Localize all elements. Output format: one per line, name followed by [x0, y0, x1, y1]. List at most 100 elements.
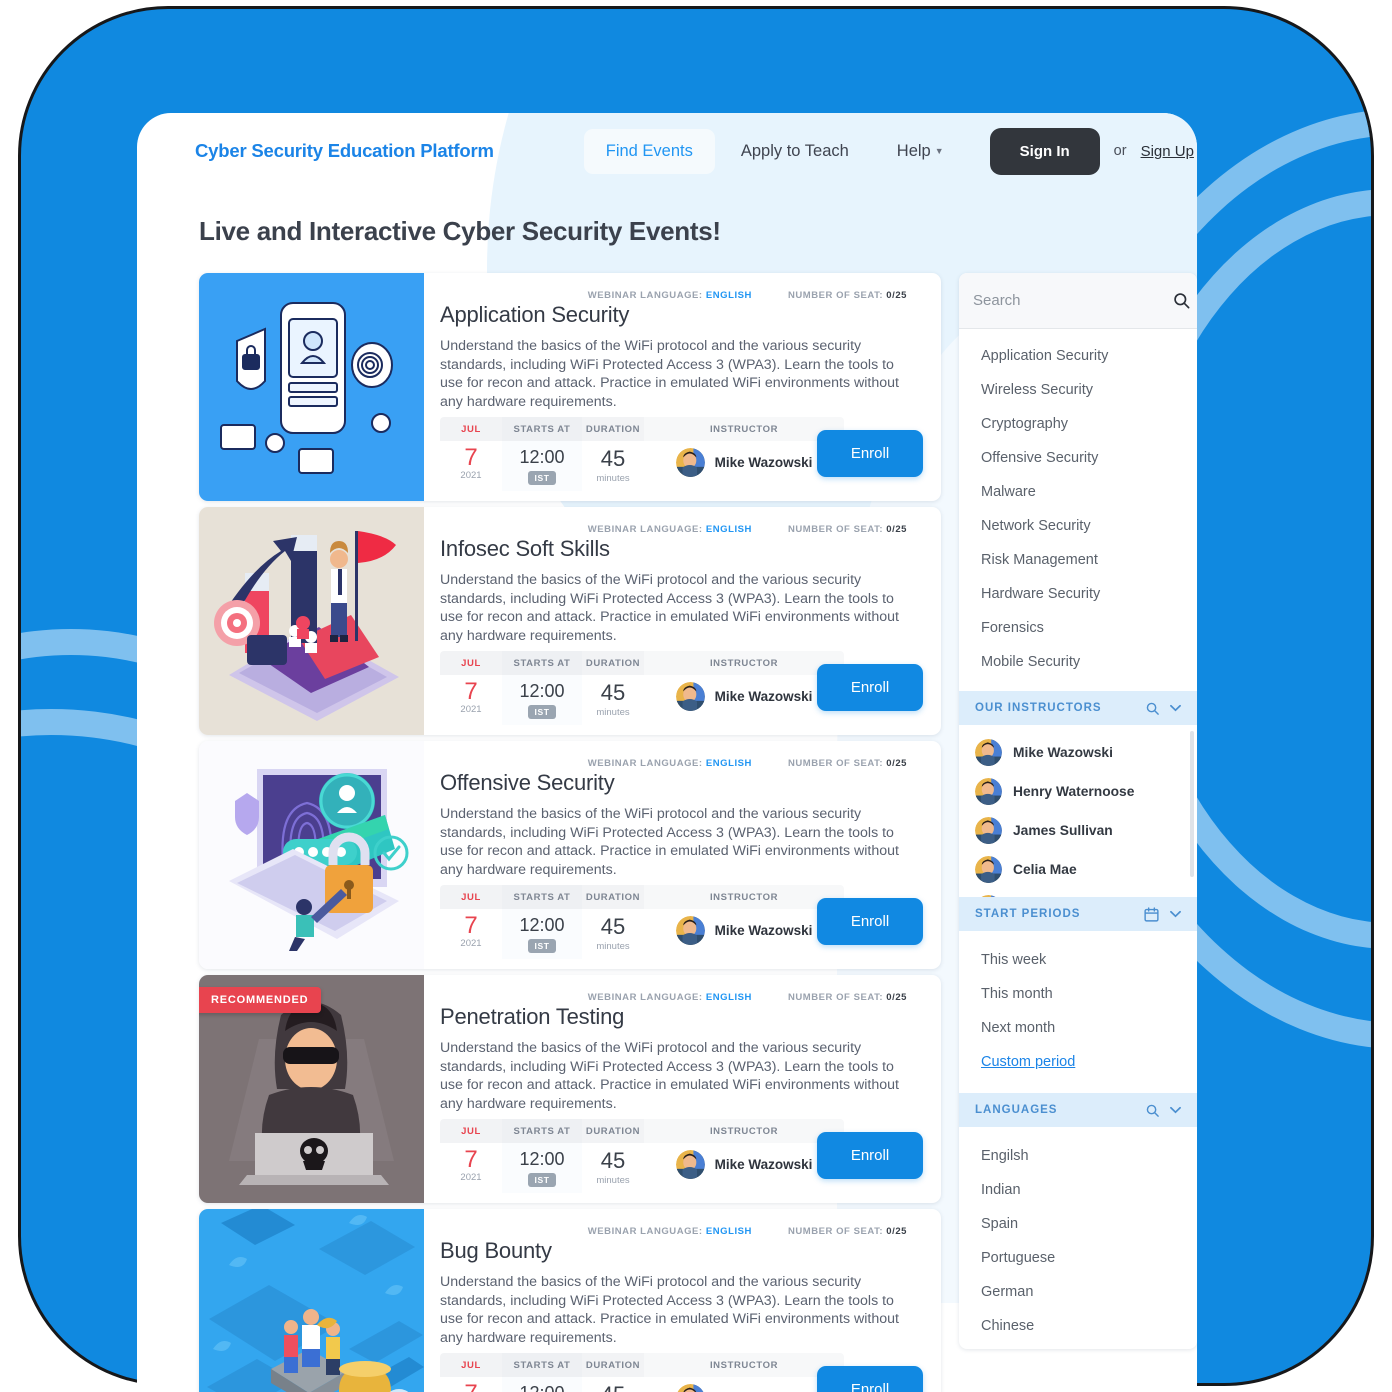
search-icon[interactable] — [1172, 291, 1191, 310]
instructors-section-header: OUR INSTRUCTORS — [959, 691, 1197, 725]
instructor-item[interactable]: James Sullivan — [959, 811, 1197, 850]
schedule-duration-value: 45 — [600, 1148, 626, 1173]
language-item[interactable]: Chinese — [959, 1309, 1197, 1343]
instructor-row: Mike Wazowski — [675, 916, 813, 945]
language-item[interactable]: Indian — [959, 1173, 1197, 1207]
instructor-name: Mike Wazowski — [714, 923, 813, 938]
instructor-item[interactable]: Mike Wazowski — [959, 733, 1197, 772]
avatar — [675, 1384, 705, 1392]
category-item[interactable]: Forensics — [959, 611, 1197, 645]
event-card[interactable]: WEBINAR LANGUAGE: ENGLISH NUMBER OF SEAT:… — [199, 1209, 941, 1392]
category-item[interactable]: Risk Management — [959, 543, 1197, 577]
search-input[interactable] — [973, 292, 1172, 309]
category-item[interactable]: Wireless Security — [959, 373, 1197, 407]
instructors-chevron-down-icon[interactable] — [1170, 704, 1181, 712]
event-card[interactable]: WEBINAR LANGUAGE: ENGLISH NUMBER OF SEAT:… — [199, 507, 941, 735]
enroll-button[interactable]: Enroll — [817, 1132, 923, 1179]
recommended-badge: RECOMMENDED — [199, 987, 322, 1013]
event-meta: WEBINAR LANGUAGE: ENGLISH NUMBER OF SEAT:… — [440, 1223, 919, 1237]
instructor-item[interactable]: Jeff Fungus — [959, 889, 1197, 897]
webinar-language-value: ENGLISH — [705, 1226, 752, 1237]
instructor-list: Mike Wazowski Henry Waternoose James Sulli… — [959, 725, 1197, 897]
instructor-row: Mike Wazowski — [675, 682, 812, 711]
webinar-language-label: WEBINAR LANGUAGE: — [587, 290, 703, 301]
webinar-language-label: WEBINAR LANGUAGE: — [587, 992, 703, 1003]
language-item[interactable]: Spain — [959, 1207, 1197, 1241]
category-item[interactable]: Mobile Security — [959, 645, 1197, 679]
start-period-item[interactable]: Custom period — [959, 1045, 1197, 1079]
schedule-date: JUL72021 — [440, 1353, 502, 1392]
avatar — [975, 739, 1002, 766]
category-item[interactable]: Cryptography — [959, 407, 1197, 441]
avatar — [975, 817, 1002, 844]
nav-item-label: Help — [896, 141, 931, 160]
enroll-button[interactable]: Enroll — [817, 430, 923, 477]
start-period-item[interactable]: Next month — [959, 1011, 1197, 1045]
instructor-list-scrollbar[interactable] — [1190, 731, 1194, 877]
sign-up-link[interactable]: Sign Up — [1141, 143, 1194, 160]
schedule-month: JUL — [440, 651, 502, 675]
avatar — [975, 895, 1002, 897]
schedule-duration: DURATION45minutes — [582, 1353, 644, 1392]
number-of-seat-label: NUMBER OF SEAT: — [787, 992, 884, 1003]
start-period-item[interactable]: This week — [959, 943, 1197, 977]
schedule-year: 2021 — [460, 1172, 482, 1183]
category-item[interactable]: Offensive Security — [959, 441, 1197, 475]
instructors-search-icon[interactable] — [1145, 701, 1160, 716]
schedule-instructor-label: INSTRUCTOR — [644, 417, 844, 441]
schedule-instructor-label: INSTRUCTOR — [644, 651, 844, 675]
avatar — [675, 1150, 705, 1179]
instructor-item[interactable]: Celia Mae — [959, 850, 1197, 889]
instructor-item[interactable]: Henry Waternoose — [959, 772, 1197, 811]
enroll-button[interactable]: Enroll — [817, 898, 923, 945]
nav-item-help[interactable]: Help ▼ — [875, 129, 966, 174]
site-header: Cyber Security Education Platform Find E… — [137, 120, 1197, 182]
event-title: Bug Bounty — [440, 1238, 552, 1263]
schedule-start: STARTS AT 12:00 IST — [502, 1119, 582, 1193]
language-item[interactable]: German — [959, 1275, 1197, 1309]
schedule-start-time: 12:00 — [519, 1149, 565, 1169]
event-card[interactable]: WEBINAR LANGUAGE: ENGLISH NUMBER OF SEAT:… — [199, 741, 941, 969]
event-description: Understand the basics of the WiFi protoc… — [440, 572, 899, 644]
avatar — [975, 856, 1002, 883]
brand-logo[interactable]: Cyber Security Education Platform — [195, 140, 494, 162]
event-title: Infosec Soft Skills — [440, 536, 610, 561]
category-item[interactable]: Application Security — [959, 339, 1197, 373]
number-of-seat-value: 0/25 — [886, 992, 907, 1003]
nav-item-find-events[interactable]: Find Events — [583, 128, 715, 174]
instructor-name: Henry Waternoose — [1013, 784, 1135, 799]
schedule-duration-value: 45 — [600, 914, 626, 939]
enroll-button[interactable]: Enroll — [817, 1366, 923, 1392]
languages-chevron-down-icon[interactable] — [1170, 1106, 1181, 1114]
languages-search-icon[interactable] — [1145, 1103, 1160, 1118]
category-item[interactable]: Network Security — [959, 509, 1197, 543]
language-item[interactable]: Engilsh — [959, 1139, 1197, 1173]
schedule-month: JUL — [440, 417, 502, 441]
calendar-icon[interactable] — [1143, 906, 1160, 923]
event-schedule: JUL 72021 STARTS AT 12:00 IST DURATION 45 minut… — [440, 651, 844, 725]
webinar-language-label: WEBINAR LANGUAGE: — [587, 1226, 703, 1237]
webinar-language: WEBINAR LANGUAGE: ENGLISH — [588, 290, 752, 301]
number-of-seat: NUMBER OF SEAT: 0/25 — [788, 524, 907, 535]
start-periods-chevron-down-icon[interactable] — [1170, 910, 1181, 918]
category-item[interactable]: Malware — [959, 475, 1197, 509]
schedule-timezone: IST — [528, 939, 556, 953]
number-of-seat-value: 0/25 — [886, 758, 907, 769]
sign-in-button[interactable]: Sign In — [989, 127, 1100, 175]
schedule-start: STARTS AT 12:00 IST — [502, 651, 582, 725]
schedule-timezone: IST — [528, 705, 556, 719]
nav-item-label: Apply to Teach — [740, 141, 849, 160]
start-period-item[interactable]: This month — [959, 977, 1197, 1011]
event-meta: WEBINAR LANGUAGE: ENGLISH NUMBER OF SEAT:… — [440, 287, 919, 301]
nav-item-apply-to-teach[interactable]: Apply to Teach — [719, 129, 871, 174]
event-card-body: WEBINAR LANGUAGE: ENGLISH NUMBER OF SEAT:… — [424, 507, 941, 735]
avatar — [675, 916, 705, 945]
enroll-button[interactable]: Enroll — [817, 664, 923, 711]
instructors-section-title: OUR INSTRUCTORS — [975, 702, 1102, 714]
category-item[interactable]: Hardware Security — [959, 577, 1197, 611]
event-card[interactable]: RECOMMENDED WEBINAR LANGUAGE: ENGLISH NUMB… — [199, 975, 941, 1203]
event-meta: WEBINAR LANGUAGE: ENGLISH NUMBER OF SEAT:… — [440, 521, 919, 535]
event-thumbnail — [199, 741, 424, 969]
event-card[interactable]: WEBINAR LANGUAGE: ENGLISH NUMBER OF SEAT:… — [199, 273, 941, 501]
language-item[interactable]: Portuguese — [959, 1241, 1197, 1275]
